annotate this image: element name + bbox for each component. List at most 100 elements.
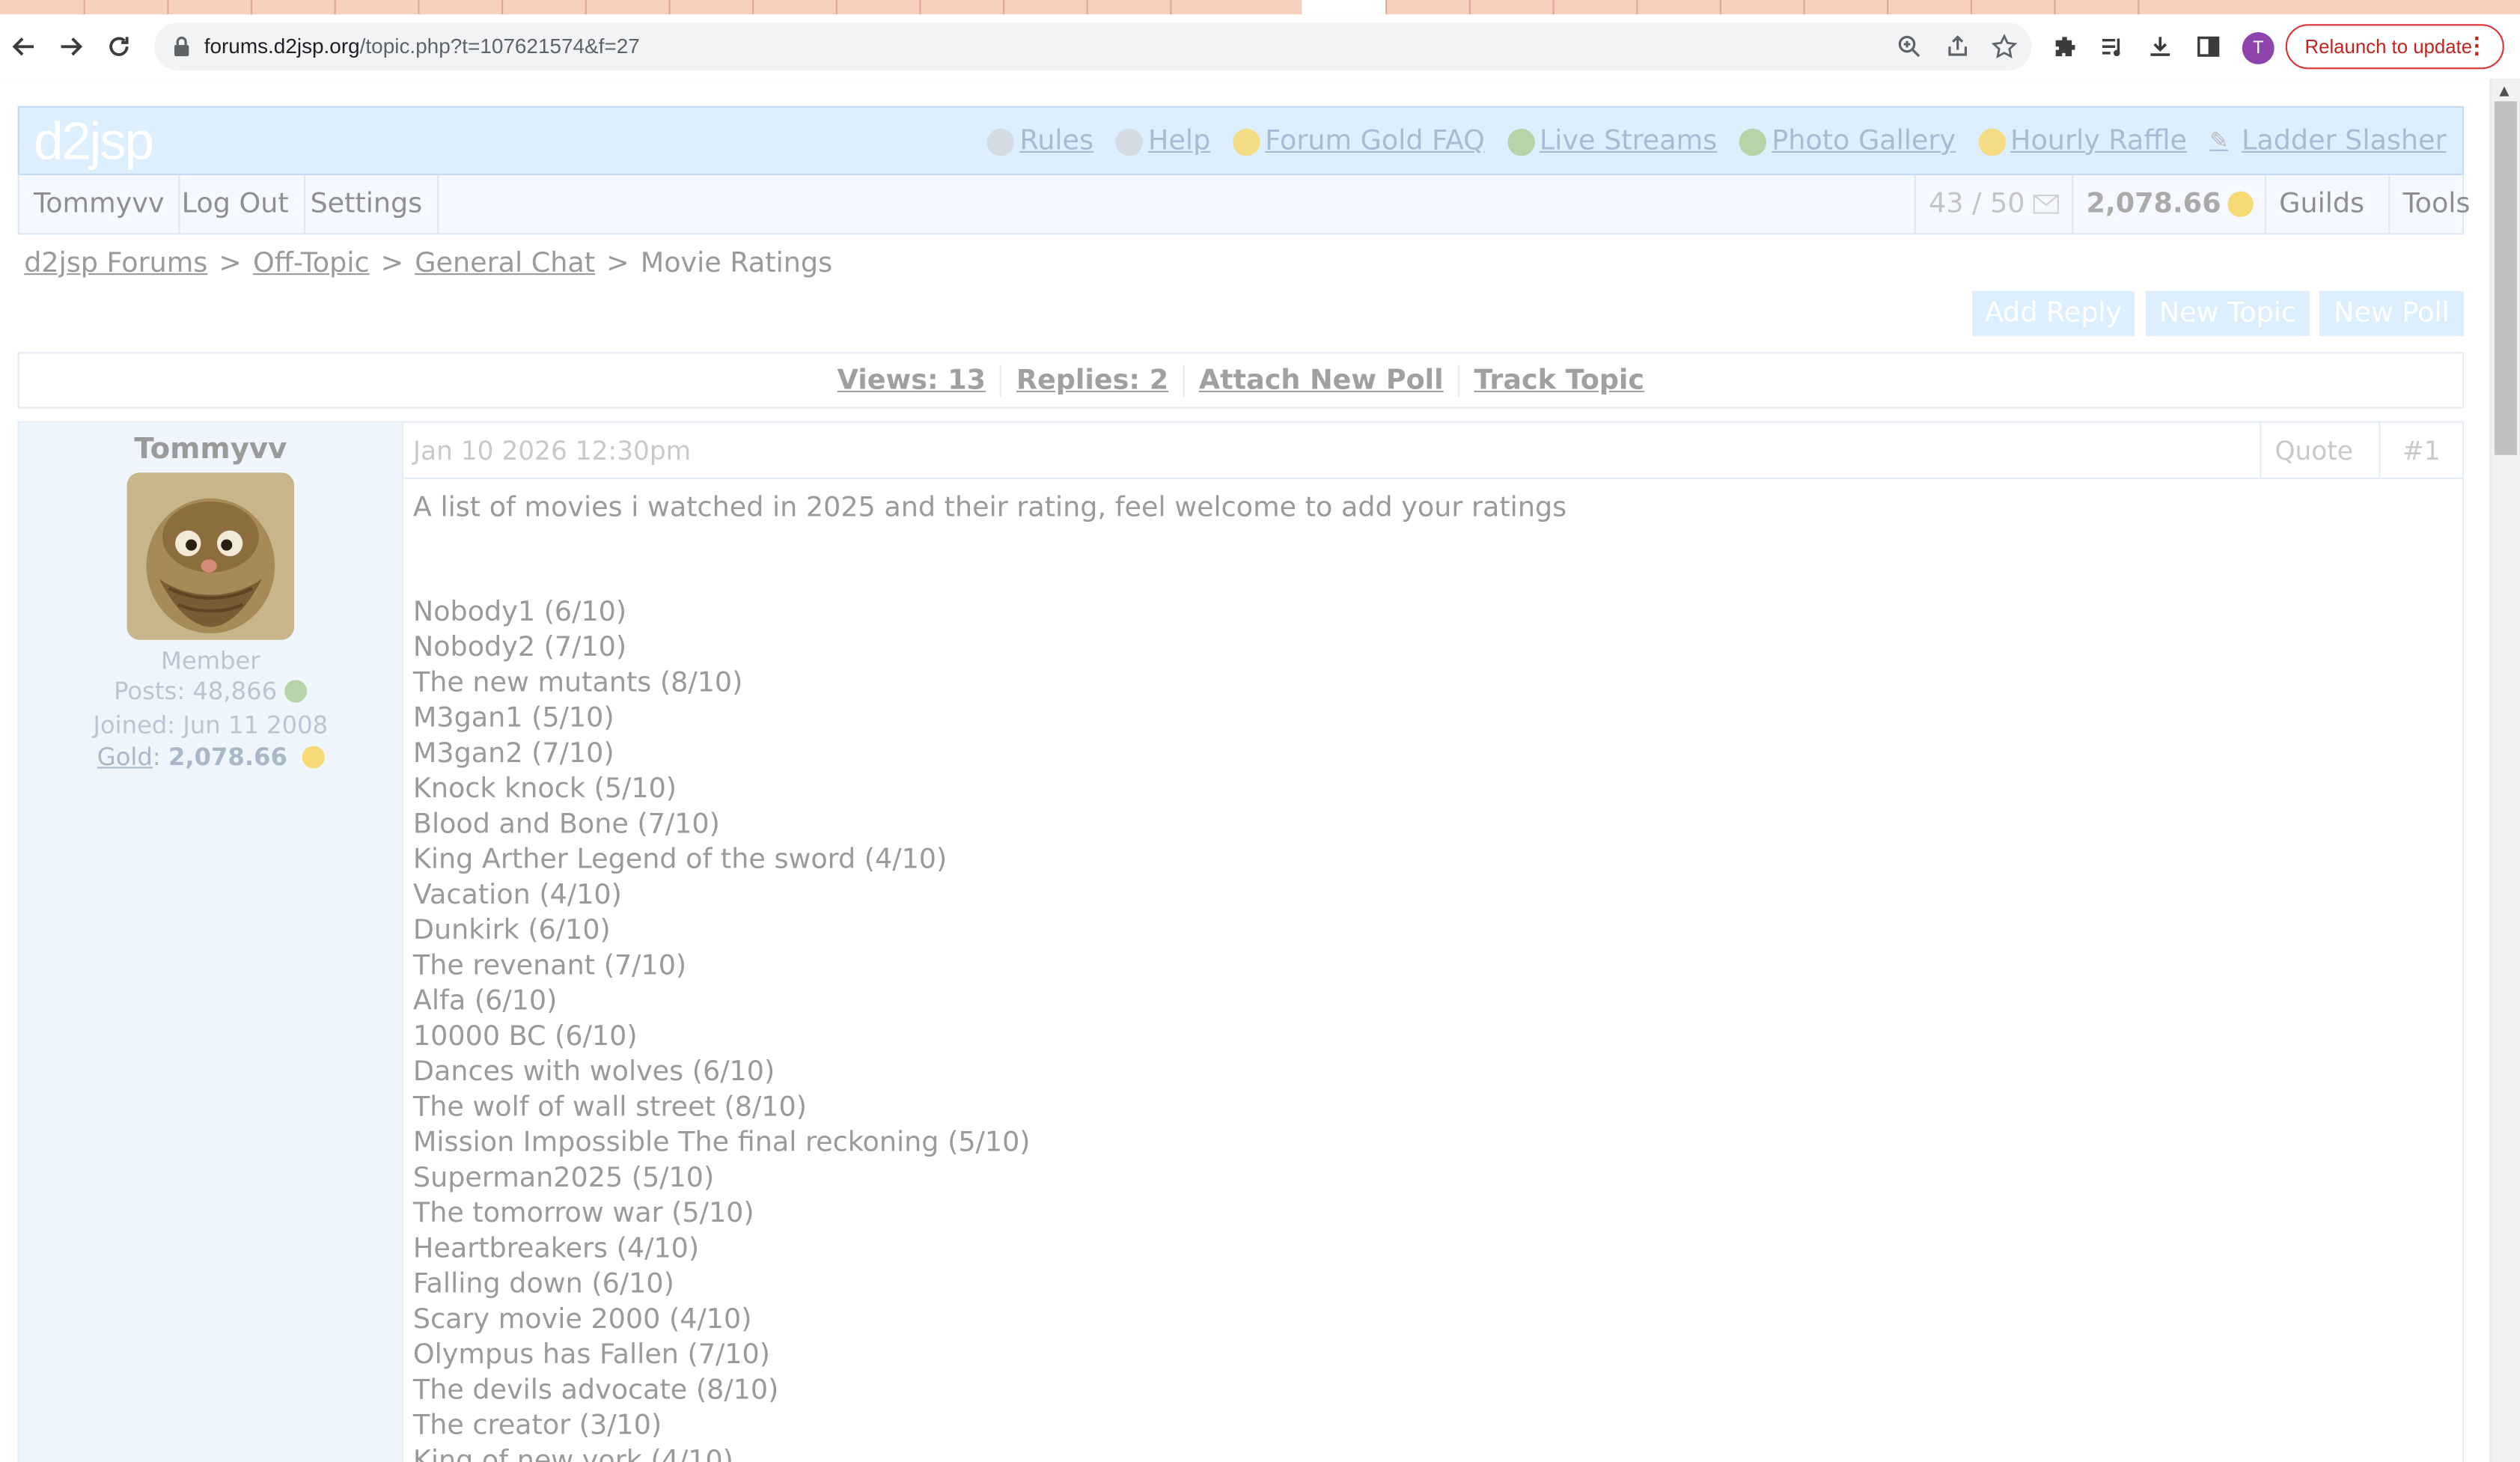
gold-balance[interactable]: 2,078.66 bbox=[2072, 175, 2266, 234]
sword-icon: ✎ bbox=[2209, 127, 2229, 154]
movie-entry: The wolf of wall street (8/10) bbox=[412, 1091, 807, 1124]
browser-tab[interactable] bbox=[668, 0, 754, 15]
hourly-raffle-link[interactable]: Hourly Raffle bbox=[1978, 126, 2187, 157]
browser-tab[interactable] bbox=[1087, 0, 1172, 15]
browser-tab-active[interactable] bbox=[1302, 0, 1388, 15]
breadcrumb-general-chat[interactable]: General Chat bbox=[415, 248, 595, 280]
lock-icon[interactable] bbox=[167, 32, 196, 61]
relaunch-button[interactable]: Relaunch to update ⋮ bbox=[2285, 24, 2504, 70]
page-scrollbar[interactable]: ▲ bbox=[2489, 79, 2520, 1462]
share-icon[interactable] bbox=[1943, 32, 1972, 61]
url-text[interactable]: forums.d2jsp.org/topic.php?t=107621574&f… bbox=[204, 34, 640, 58]
track-topic-link[interactable]: Track Topic bbox=[1458, 364, 1659, 397]
breadcrumb-separator: > bbox=[219, 247, 242, 280]
browser-tab[interactable] bbox=[418, 0, 504, 15]
back-button[interactable] bbox=[4, 28, 43, 67]
browser-tab[interactable] bbox=[1887, 0, 1972, 15]
browser-tab[interactable] bbox=[1003, 0, 1088, 15]
forward-button[interactable] bbox=[52, 28, 91, 67]
browser-tab[interactable] bbox=[251, 0, 336, 15]
browser-tab[interactable] bbox=[1636, 0, 1721, 15]
breadcrumb-current: Movie Ratings bbox=[640, 247, 833, 280]
movie-entry: The tomorrow war (5/10) bbox=[412, 1197, 754, 1230]
post-body: A list of movies i watched in 2025 and t… bbox=[413, 490, 1566, 1462]
browser-tab[interactable] bbox=[752, 0, 838, 15]
guilds-link[interactable]: Guilds bbox=[2264, 175, 2377, 234]
post-author-panel: Tommyvv Member Posts: 48,866 Joined: Jun… bbox=[19, 422, 404, 1462]
settings-link[interactable]: Settings bbox=[296, 175, 439, 234]
browser-tab[interactable] bbox=[84, 0, 169, 15]
movie-entry: The devils advocate (8/10) bbox=[412, 1374, 779, 1407]
movie-entry: Nobody1 (6/10) bbox=[412, 596, 627, 629]
author-joined: Joined: Jun 11 2008 bbox=[93, 710, 329, 740]
address-bar[interactable]: forums.d2jsp.org/topic.php?t=107621574&f… bbox=[154, 22, 2032, 71]
browser-tab[interactable] bbox=[1720, 0, 1805, 15]
back-arrow-icon bbox=[12, 37, 34, 56]
browser-tab[interactable] bbox=[585, 0, 671, 15]
download-icon[interactable] bbox=[2146, 32, 2175, 61]
movie-entry: The new mutants (8/10) bbox=[412, 667, 743, 700]
add-reply-button[interactable]: Add Reply bbox=[1971, 290, 2135, 336]
replies-count[interactable]: Replies: 2 bbox=[1000, 364, 1183, 397]
help-icon bbox=[1116, 127, 1144, 156]
zoom-icon[interactable] bbox=[1895, 32, 1924, 61]
movie-entry: Dunkirk (6/10) bbox=[412, 914, 611, 947]
post-number[interactable]: #1 bbox=[2379, 422, 2462, 478]
gold-link[interactable]: Gold bbox=[97, 743, 153, 772]
tab-strip[interactable] bbox=[0, 0, 2520, 15]
movie-entry: Blood and Bone (7/10) bbox=[412, 808, 720, 841]
scrollbar-thumb[interactable] bbox=[2494, 101, 2517, 455]
movie-entry: Alfa (6/10) bbox=[412, 985, 558, 1018]
breadcrumb-forums[interactable]: d2jsp Forums bbox=[24, 248, 207, 280]
bookmark-star-icon[interactable] bbox=[1990, 32, 2019, 61]
reload-icon bbox=[109, 37, 129, 56]
tools-link[interactable]: Tools bbox=[2388, 175, 2483, 234]
rules-link[interactable]: Rules bbox=[987, 126, 1093, 157]
username-link[interactable]: Tommyvv bbox=[19, 175, 180, 234]
live-streams-link[interactable]: Live Streams bbox=[1507, 126, 1717, 157]
browser-tab[interactable] bbox=[1170, 0, 1304, 15]
new-poll-button[interactable]: New Poll bbox=[2319, 290, 2465, 336]
site-logo[interactable]: d2jsp bbox=[34, 111, 154, 172]
movie-entry: Knock knock (5/10) bbox=[412, 773, 677, 805]
new-topic-button[interactable]: New Topic bbox=[2145, 290, 2310, 336]
attach-poll-link[interactable]: Attach New Poll bbox=[1183, 364, 1458, 397]
more-menu-icon[interactable]: ⋮ bbox=[2465, 34, 2488, 56]
browser-tab[interactable] bbox=[1552, 0, 1638, 15]
browser-tab[interactable] bbox=[335, 0, 420, 15]
ladder-slasher-link[interactable]: ✎ Ladder Slasher bbox=[2209, 126, 2446, 158]
post-author-name[interactable]: Tommyvv bbox=[19, 433, 402, 466]
movie-entry: M3gan2 (7/10) bbox=[412, 737, 614, 770]
browser-tab[interactable] bbox=[836, 0, 921, 15]
browser-tab[interactable] bbox=[1385, 0, 1471, 15]
quote-button[interactable]: Quote bbox=[2260, 422, 2366, 478]
browser-tab[interactable] bbox=[1971, 0, 2056, 15]
media-queue-icon[interactable] bbox=[2097, 32, 2126, 61]
help-link[interactable]: Help bbox=[1116, 126, 1210, 157]
posts-icon bbox=[284, 680, 308, 703]
movie-entry: Nobody2 (7/10) bbox=[412, 631, 627, 664]
side-panel-icon[interactable] bbox=[2194, 32, 2223, 61]
extensions-icon[interactable] bbox=[2051, 32, 2080, 61]
browser-tab[interactable] bbox=[2054, 0, 2140, 15]
post-date: Jan 10 2026 12:30pm bbox=[412, 435, 692, 466]
reload-button[interactable] bbox=[100, 28, 138, 67]
scroll-up-icon[interactable]: ▲ bbox=[2499, 84, 2509, 98]
breadcrumb-off-topic[interactable]: Off-Topic bbox=[253, 248, 370, 280]
forum-gold-faq-link[interactable]: Forum Gold FAQ bbox=[1233, 126, 1485, 157]
browser-tab[interactable] bbox=[1469, 0, 1555, 15]
browser-tab[interactable] bbox=[919, 0, 1005, 15]
author-gold-value: 2,078.66 bbox=[168, 743, 287, 772]
messages-counter[interactable]: 43 / 50 bbox=[1914, 175, 2072, 234]
browser-tab[interactable] bbox=[501, 0, 587, 15]
movie-entry: Dances with wolves (6/10) bbox=[412, 1056, 775, 1088]
photo-gallery-link[interactable]: Photo Gallery bbox=[1739, 126, 1956, 157]
browser-tab[interactable] bbox=[1803, 0, 1889, 15]
profile-avatar[interactable]: T bbox=[2242, 31, 2275, 64]
browser-tab[interactable] bbox=[167, 0, 253, 15]
views-count[interactable]: Views: 13 bbox=[823, 364, 1000, 396]
browser-tab[interactable] bbox=[0, 0, 85, 15]
logout-link[interactable]: Log Out bbox=[167, 175, 305, 234]
author-avatar[interactable] bbox=[126, 472, 294, 640]
topic-stats-bar: Views: 13 Replies: 2 Attach New Poll Tra… bbox=[17, 352, 2465, 409]
